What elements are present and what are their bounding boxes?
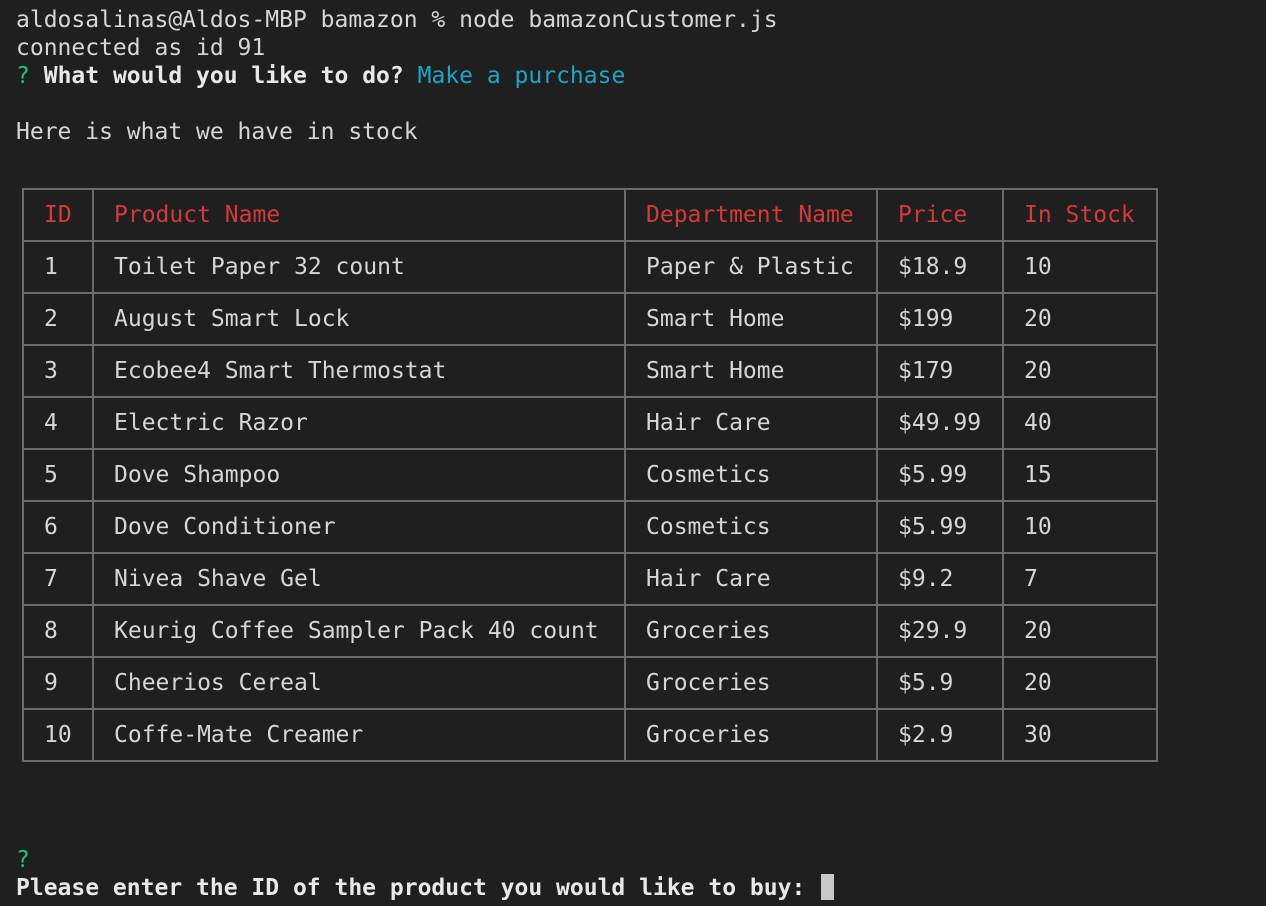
table-row: 8 Keurig Coffee Sampler Pack 40 count Groc…	[22, 604, 1158, 658]
id-prompt[interactable]: Please enter the ID of the product you w…	[16, 874, 835, 902]
prompt-marker: ?	[16, 63, 30, 89]
cell-price: $179	[876, 344, 1004, 398]
action-answer: Make a purchase	[417, 63, 626, 89]
cell-department-name: Hair Care	[624, 552, 878, 606]
cell-department-name: Smart Home	[624, 344, 878, 398]
cell-price: $49.99	[876, 396, 1004, 450]
action-prompt: ? What would you like to do? Make a purc…	[16, 62, 625, 90]
table-row: 7 Nivea Shave Gel Hair Care $9.2 7	[22, 552, 1158, 606]
table-header-row: ID Product Name Department Name Price In…	[22, 188, 1158, 242]
cell-in-stock: 20	[1002, 292, 1158, 346]
id-prompt-marker: ?	[16, 846, 30, 874]
cell-price: $199	[876, 292, 1004, 346]
stock-heading: Here is what we have in stock	[16, 119, 418, 145]
connection-status: connected as id 91	[16, 35, 266, 61]
cell-price: $5.99	[876, 500, 1004, 554]
cell-id: 6	[22, 500, 94, 554]
cell-product-name: Nivea Shave Gel	[92, 552, 626, 606]
table-row: 5 Dove Shampoo Cosmetics $5.99 15	[22, 448, 1158, 502]
id-question: Please enter the ID of the product you w…	[16, 875, 806, 901]
cell-id: 3	[22, 344, 94, 398]
cell-price: $18.9	[876, 240, 1004, 294]
header-product-name: Product Name	[92, 188, 626, 242]
cell-product-name: Keurig Coffee Sampler Pack 40 count	[92, 604, 626, 658]
prompt-marker: ?	[16, 847, 30, 873]
cell-in-stock: 20	[1002, 344, 1158, 398]
cell-product-name: Electric Razor	[92, 396, 626, 450]
cell-id: 5	[22, 448, 94, 502]
table-row: 9 Cheerios Cereal Groceries $5.9 20	[22, 656, 1158, 710]
text-cursor[interactable]	[821, 874, 835, 900]
cell-product-name: Coffe-Mate Creamer	[92, 708, 626, 762]
cell-id: 9	[22, 656, 94, 710]
cell-id: 2	[22, 292, 94, 346]
cell-department-name: Groceries	[624, 708, 878, 762]
cell-in-stock: 40	[1002, 396, 1158, 450]
cell-department-name: Paper & Plastic	[624, 240, 878, 294]
cell-product-name: Toilet Paper 32 count	[92, 240, 626, 294]
cell-price: $5.9	[876, 656, 1004, 710]
table-row: 10 Coffe-Mate Creamer Groceries $2.9 30	[22, 708, 1158, 762]
table-body: 1 Toilet Paper 32 count Paper & Plastic $18…	[22, 240, 1158, 762]
cell-product-name: Cheerios Cereal	[92, 656, 626, 710]
cell-product-name: Ecobee4 Smart Thermostat	[92, 344, 626, 398]
cell-price: $9.2	[876, 552, 1004, 606]
cell-in-stock: 20	[1002, 656, 1158, 710]
cell-id: 4	[22, 396, 94, 450]
header-id: ID	[22, 188, 94, 242]
cell-department-name: Cosmetics	[624, 448, 878, 502]
cell-id: 8	[22, 604, 94, 658]
table-row: 4 Electric Razor Hair Care $49.99 40	[22, 396, 1158, 450]
cell-product-name: Dove Shampoo	[92, 448, 626, 502]
cell-in-stock: 30	[1002, 708, 1158, 762]
cell-department-name: Cosmetics	[624, 500, 878, 554]
cell-in-stock: 10	[1002, 240, 1158, 294]
stock-table: ID Product Name Department Name Price In…	[22, 188, 1158, 762]
cell-in-stock: 10	[1002, 500, 1158, 554]
cell-id: 7	[22, 552, 94, 606]
cell-product-name: Dove Conditioner	[92, 500, 626, 554]
cell-department-name: Groceries	[624, 656, 878, 710]
cell-price: $5.99	[876, 448, 1004, 502]
cell-department-name: Hair Care	[624, 396, 878, 450]
cell-id: 1	[22, 240, 94, 294]
cell-department-name: Groceries	[624, 604, 878, 658]
table-row: 3 Ecobee4 Smart Thermostat Smart Home $179 2…	[22, 344, 1158, 398]
cell-in-stock: 7	[1002, 552, 1158, 606]
table-row: 1 Toilet Paper 32 count Paper & Plastic $18…	[22, 240, 1158, 294]
table-row: 6 Dove Conditioner Cosmetics $5.99 10	[22, 500, 1158, 554]
cell-price: $2.9	[876, 708, 1004, 762]
cell-product-name: August Smart Lock	[92, 292, 626, 346]
header-in-stock: In Stock	[1002, 188, 1158, 242]
action-question: What would you like to do?	[43, 63, 404, 89]
header-price: Price	[876, 188, 1004, 242]
cell-in-stock: 20	[1002, 604, 1158, 658]
cell-id: 10	[22, 708, 94, 762]
cell-in-stock: 15	[1002, 448, 1158, 502]
cell-price: $29.9	[876, 604, 1004, 658]
cell-department-name: Smart Home	[624, 292, 878, 346]
header-department-name: Department Name	[624, 188, 878, 242]
command-line: aldosalinas@Aldos-MBP bamazon % node bam…	[16, 7, 778, 33]
table-row: 2 August Smart Lock Smart Home $199 20	[22, 292, 1158, 346]
